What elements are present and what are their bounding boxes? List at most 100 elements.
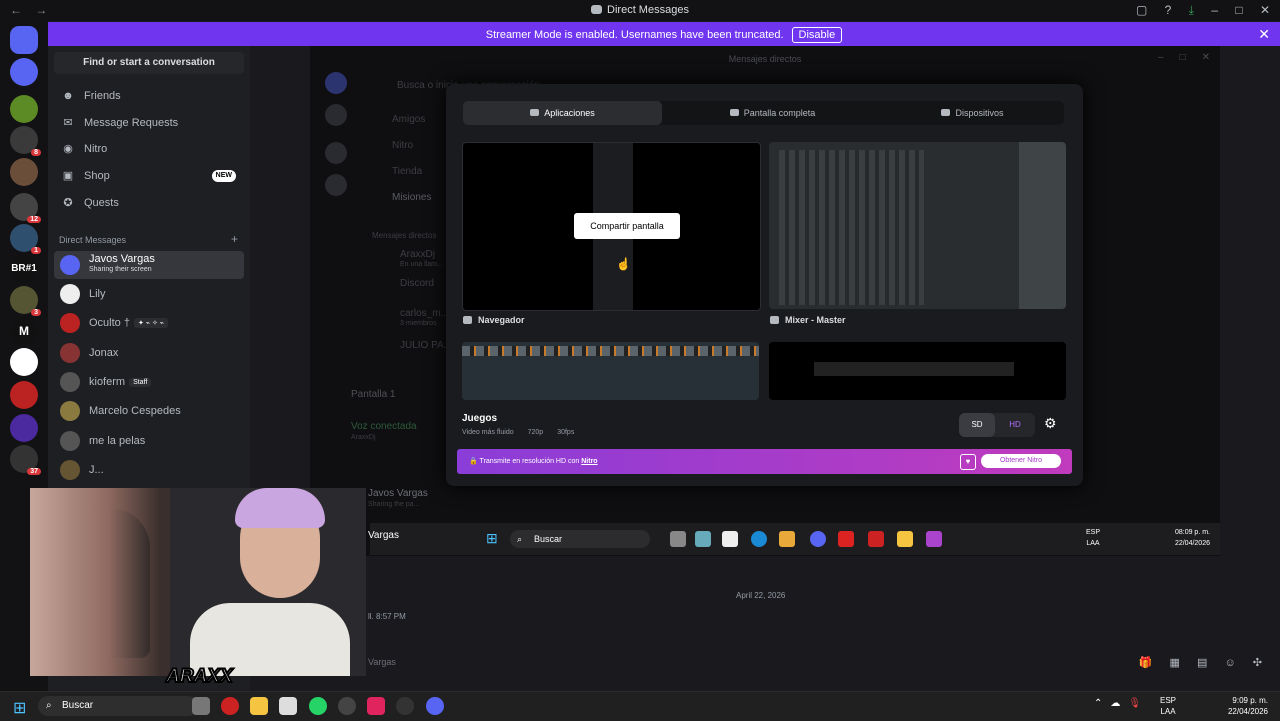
app-icon[interactable] (192, 697, 210, 715)
app-icon[interactable] (221, 697, 239, 715)
nav-shop[interactable]: ▣ Shop NEW (54, 164, 244, 188)
fps-text: 30fps (557, 429, 575, 436)
server-icon[interactable]: 1 (10, 224, 41, 254)
chevron-up-icon[interactable]: ⌃ (1094, 698, 1102, 709)
avatar (60, 255, 80, 275)
minimize-icon[interactable]: – (1211, 3, 1218, 17)
app-icon (770, 316, 779, 324)
folder-icon[interactable] (250, 697, 268, 715)
avatar (60, 401, 80, 421)
disable-button[interactable]: Disable (791, 27, 843, 43)
server-icon[interactable]: M (10, 317, 38, 345)
store-icon[interactable] (279, 697, 297, 715)
server-icon[interactable]: 3 (10, 286, 41, 316)
language-indicator[interactable]: ESP LAA (1160, 695, 1176, 717)
add-dm-icon[interactable]: + (231, 232, 238, 246)
sd-option[interactable]: SD (959, 413, 995, 437)
app-icon[interactable] (338, 697, 356, 715)
server-icon[interactable] (10, 95, 38, 123)
source-thumbnail[interactable] (462, 342, 759, 400)
gift-icon[interactable]: 🎁 (1139, 657, 1153, 669)
sticker-icon[interactable]: ▤ (1197, 657, 1207, 669)
nav-quests[interactable]: ✪ Quests (54, 191, 244, 215)
tab-full-screen[interactable]: Pantalla completa (673, 101, 872, 125)
source-thumbnail-mixer[interactable] (769, 142, 1066, 309)
server-icon[interactable] (10, 348, 38, 376)
inner-window-controls: – □ ✕ (1142, 52, 1210, 63)
server-icon[interactable] (10, 158, 38, 186)
server-icon[interactable]: 8 (10, 126, 41, 156)
server-icon[interactable] (10, 381, 38, 409)
download-icon[interactable]: ⤓ (1189, 3, 1194, 17)
gif-icon[interactable]: ▦ (1170, 657, 1180, 669)
dm-item[interactable]: Javos Vargas Sharing their screen (54, 251, 244, 279)
nav-friends[interactable]: ☻ Friends (54, 84, 244, 108)
server-icon[interactable]: 37 (10, 445, 41, 475)
nav-nitro[interactable]: ◉ Nitro (54, 137, 244, 161)
dm-item[interactable]: me la pelas (54, 427, 244, 455)
tiktok-icon[interactable] (367, 697, 385, 715)
discord-icon[interactable] (10, 58, 38, 86)
close-icon[interactable]: ✕ (1258, 26, 1270, 43)
windows-start-icon[interactable]: ⊞ (13, 698, 26, 718)
server-icon (325, 142, 347, 164)
discord-icon (810, 531, 826, 547)
source-thumbnail-navegador[interactable]: Compartir pantalla ☝ (462, 142, 761, 311)
resolution-text: 720p (527, 429, 544, 436)
mic-icon[interactable]: 🎙 (1128, 698, 1141, 709)
close-icon[interactable]: ✕ (1260, 3, 1270, 17)
edge-icon (751, 531, 767, 547)
network-icon[interactable]: ☁ (1110, 698, 1120, 709)
dm-item[interactable]: Marcelo Cespedes (54, 397, 244, 425)
gear-icon[interactable]: ⚙ (1044, 415, 1057, 432)
tab-devices[interactable]: Dispositivos (873, 101, 1072, 125)
camera-icon (941, 109, 951, 116)
message-input-placeholder[interactable]: Vargas (368, 657, 396, 667)
apps-icon[interactable]: ✣ (1253, 657, 1262, 669)
tab-applications[interactable]: Aplicaciones (463, 101, 662, 125)
app-icon (926, 531, 942, 547)
search-text: Buscar (534, 534, 563, 544)
help-icon[interactable]: ? (1165, 3, 1172, 17)
search-text: Buscar (62, 700, 94, 711)
quests-icon: ✪ (63, 197, 73, 209)
whatsapp-icon[interactable] (309, 697, 327, 715)
nav-label: Quests (84, 197, 119, 209)
app-icon (695, 531, 711, 547)
dm-item[interactable]: Lily (54, 280, 244, 308)
share-screen-button[interactable]: Compartir pantalla (574, 213, 680, 239)
clock[interactable]: 9:09 p. m. 22/04/2026 (1228, 695, 1268, 717)
taskbar-search[interactable]: ⌕ Buscar (38, 696, 198, 716)
dm-item[interactable]: J... (54, 456, 244, 484)
inner-dm-sub: 3 miembros (400, 320, 437, 327)
heart-icon[interactable]: ♥ (960, 454, 976, 470)
inbox-icon[interactable]: ▢ (1136, 3, 1147, 17)
hair-shape (235, 488, 325, 528)
tab-label: Pantalla completa (743, 108, 816, 118)
get-nitro-button[interactable]: Obtener Nitro (981, 454, 1061, 468)
server-icon[interactable]: 12 (10, 193, 41, 223)
message-text: ll. (368, 612, 374, 621)
dm-item[interactable]: Jonax (54, 339, 244, 367)
dm-item[interactable]: kioferm Staff (54, 368, 244, 396)
dm-item[interactable]: Oculto † ✦ ⌁ ✧ ⌁ (54, 309, 244, 337)
source-thumbnail[interactable] (769, 342, 1066, 400)
inner-nav-item: Nitro (392, 140, 414, 151)
discord-icon[interactable] (426, 697, 444, 715)
search-input[interactable]: Find or start a conversation (54, 52, 244, 74)
emoji-icon[interactable]: ☺ (1224, 657, 1235, 669)
nav-message-requests[interactable]: ✉ Message Requests (54, 111, 244, 135)
mixer-preview-panel (1019, 142, 1066, 309)
inner-nav-item: Tienda (392, 166, 423, 177)
clock-time: 9:09 p. m. (1232, 696, 1268, 705)
play-icon[interactable] (396, 697, 414, 715)
nitro-link[interactable]: Nitro (581, 458, 597, 465)
games-subtitle: Video más fluido 720p 30fps (462, 429, 588, 436)
hd-option[interactable]: HD (997, 413, 1033, 437)
server-icon[interactable] (10, 414, 38, 442)
avatar (60, 284, 80, 304)
server-icon[interactable]: BR#1 (10, 255, 38, 283)
maximize-icon[interactable]: □ (1235, 3, 1242, 17)
avatar (60, 372, 80, 392)
home-discord-icon[interactable] (10, 26, 38, 54)
